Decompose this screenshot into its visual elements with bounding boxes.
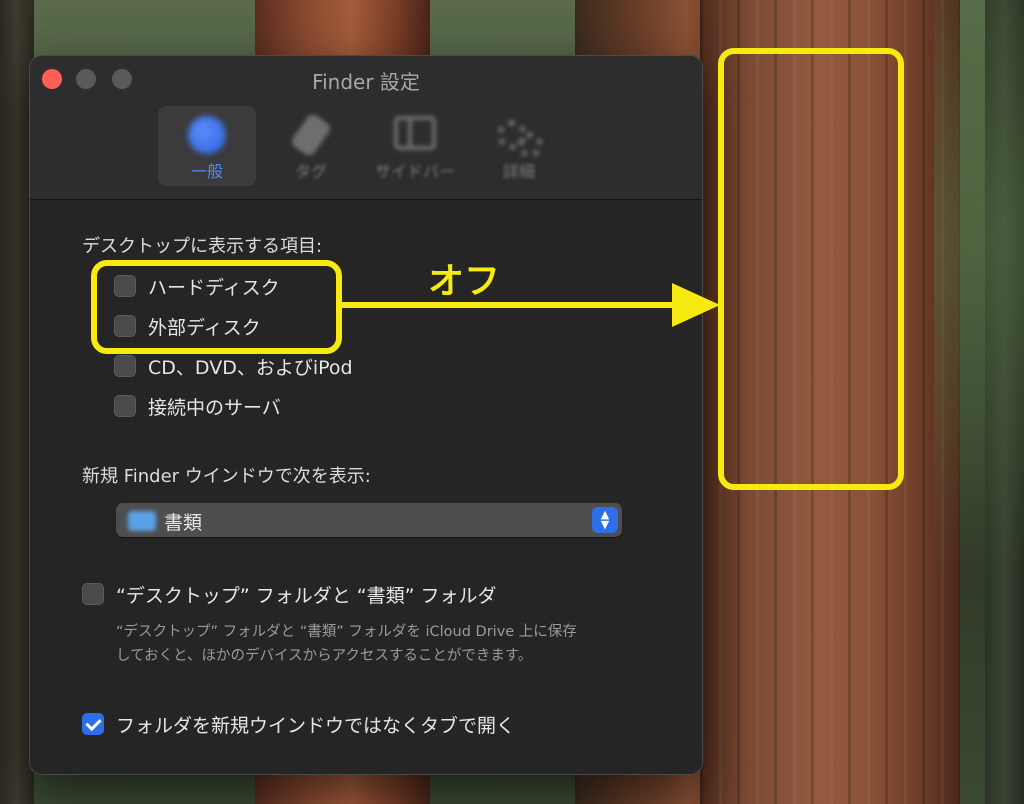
finder-settings-window: Finder 設定 一般 タグ サイドバー 詳細 デスクトップに表示する項目: [30,56,702,774]
window-title: Finder 設定 [312,70,420,94]
annotation-arrow-line [339,302,684,308]
tree-trunk [0,0,34,804]
annotation-arrow-head [672,283,720,327]
tab-label: サイドバー [374,162,455,181]
icloud-folders-checkbox[interactable] [82,583,104,605]
connected-servers-checkbox-row[interactable]: 接続中のサーバ [114,392,281,420]
settings-tabs: 一般 タグ サイドバー 詳細 [158,106,568,188]
cd-dvd-ipod-checkbox-row[interactable]: CD、DVD、およびiPod [114,352,353,380]
gear-icon [497,116,543,158]
folder-icon [128,511,156,531]
tab-general[interactable]: 一般 [158,106,256,186]
icloud-folders-checkbox-row[interactable]: “デスクトップ” フォルダと “書類” フォルダ [82,580,497,608]
cd-dvd-ipod-checkbox[interactable] [114,355,136,377]
new-window-target-select[interactable]: 書類 ▲ ▼ [116,503,622,537]
open-in-tabs-checkbox[interactable] [82,713,104,735]
annotation-box-checkboxes [91,260,342,354]
tag-icon [289,111,333,159]
icloud-description: “デスクトップ” フォルダと “書類” フォルダを iCloud Drive 上… [116,624,577,664]
annotation-label: オフ [428,261,501,302]
checkbox-label: CD、DVD、およびiPod [148,356,353,379]
foliage [934,0,1024,804]
tab-tags[interactable]: タグ [262,106,360,186]
select-value: 書類 [164,512,203,534]
new-window-heading: 新規 Finder ウインドウで次を表示: [82,466,371,487]
desktop-items-heading: デスクトップに表示する項目: [82,236,323,257]
tab-sidebar[interactable]: サイドバー [366,106,464,186]
checkbox-label: “デスクトップ” フォルダと “書類” フォルダ [116,584,497,607]
checkbox-label: 接続中のサーバ [148,396,281,419]
toolbar: Finder 設定 一般 タグ サイドバー 詳細 [30,56,702,200]
annotation-box-desktop [718,48,904,490]
tab-label: タグ [294,162,327,181]
tab-label: 一般 [190,162,223,181]
tab-advanced[interactable]: 詳細 [470,106,568,186]
open-in-tabs-checkbox-row[interactable]: フォルダを新規ウインドウではなくタブで開く [82,710,515,738]
chevron-updown-icon[interactable]: ▲ ▼ [592,507,618,533]
general-icon [188,116,226,154]
checkbox-label: フォルダを新規ウインドウではなくタブで開く [116,714,516,737]
tab-label: 詳細 [502,162,535,181]
sidebar-icon [394,116,436,150]
connected-servers-checkbox[interactable] [114,395,136,417]
